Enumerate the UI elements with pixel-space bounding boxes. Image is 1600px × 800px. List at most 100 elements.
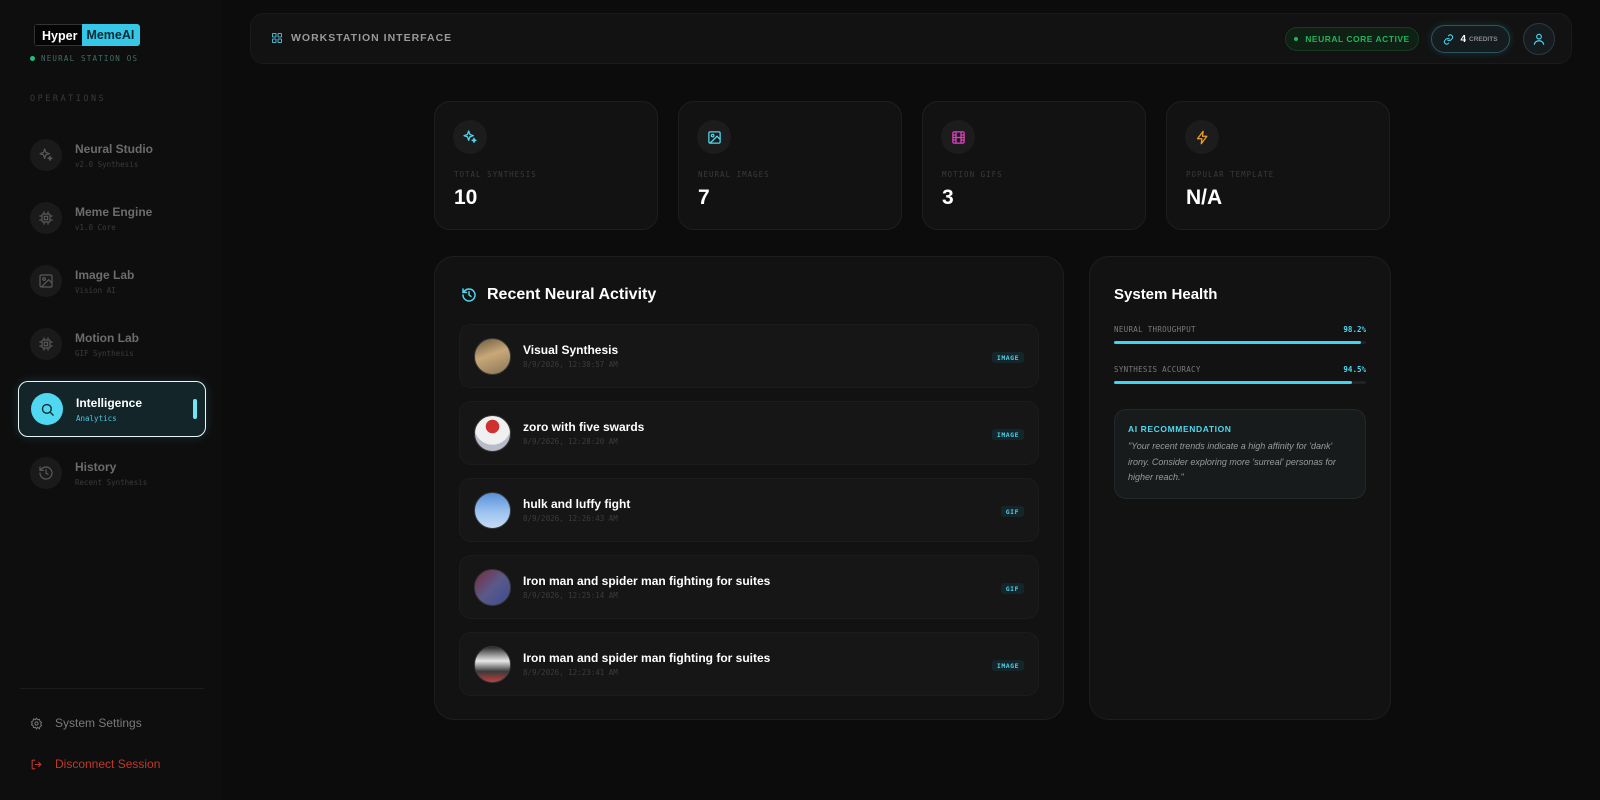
- user-profile-button[interactable]: [1523, 23, 1555, 55]
- metric-value: 94.5%: [1343, 365, 1366, 374]
- type-badge: GIF: [1000, 506, 1024, 517]
- disconnect-session-label: Disconnect Session: [55, 757, 161, 771]
- credits-label: CREDITS: [1469, 35, 1498, 43]
- sidebar-item-sub: GIF Synthesis: [75, 348, 134, 358]
- sidebar-item-motion-lab[interactable]: Motion Lab GIF Synthesis: [18, 317, 206, 371]
- section-label: OPERATIONS: [30, 94, 107, 104]
- row-title: Iron man and spider man fighting for sui…: [523, 574, 771, 588]
- stat-card-neural-images: NEURAL IMAGES 7: [678, 101, 902, 230]
- sidebar-item-title: History: [75, 459, 117, 474]
- sidebar-item-sub: v1.0 Core: [75, 222, 116, 232]
- stat-card-total-synthesis: TOTAL SYNTHESIS 10: [434, 101, 658, 230]
- sidebar-item-title: Neural Studio: [75, 141, 154, 156]
- status-dot-icon: [30, 56, 35, 61]
- thumbnail: [474, 492, 511, 529]
- ai-recommendation-box: AI RECOMMENDATION "Your recent trends in…: [1114, 409, 1366, 499]
- row-date: 8/9/2026, 12:30:57 AM: [523, 360, 618, 369]
- grid-icon: [272, 33, 282, 43]
- system-settings-link[interactable]: System Settings: [30, 716, 142, 730]
- status-badge: NEURAL CORE ACTIVE: [1285, 27, 1419, 51]
- credits-value: 4: [1460, 33, 1467, 45]
- history-icon: [462, 288, 476, 302]
- user-icon: [1533, 33, 1545, 45]
- active-indicator: [193, 399, 197, 419]
- row-date: 8/9/2026, 12:25:14 AM: [523, 591, 618, 600]
- brand-part1: Hyper: [34, 24, 83, 46]
- sidebar-item-intelligence[interactable]: Intelligence Analytics: [18, 381, 206, 437]
- station-text: NEURAL STATION OS: [41, 54, 139, 63]
- stat-value: 3: [942, 186, 954, 209]
- stat-value: N/A: [1186, 186, 1223, 209]
- sidebar-item-sub: v2.0 Synthesis: [75, 159, 139, 169]
- search-icon: [31, 393, 63, 425]
- link-icon: [1444, 33, 1454, 45]
- cpu-icon: [30, 328, 62, 360]
- stat-label: MOTION GIFS: [942, 170, 1003, 179]
- sidebar-item-history[interactable]: History Recent Synthesis: [18, 446, 206, 500]
- row-title: Iron man and spider man fighting for sui…: [523, 651, 771, 665]
- activity-header: Recent Neural Activity: [461, 286, 656, 304]
- health-title: System Health: [1114, 286, 1218, 303]
- stat-label: TOTAL SYNTHESIS: [454, 170, 537, 179]
- metric-label: NEURAL THROUGHPUT: [1114, 325, 1196, 334]
- stat-value: 7: [698, 186, 710, 209]
- sparkles-icon: [30, 139, 62, 171]
- disconnect-session-link[interactable]: Disconnect Session: [30, 757, 160, 771]
- workstation-title: WORKSTATION INTERFACE: [271, 32, 452, 44]
- progress-fill: [1114, 381, 1353, 384]
- sidebar-item-title: Intelligence: [76, 395, 143, 410]
- recommendation-title: AI RECOMMENDATION: [1128, 424, 1232, 434]
- row-date: 8/9/2026, 12:23:41 AM: [523, 668, 618, 677]
- history-icon: [30, 457, 62, 489]
- brand-part2: MemeAI: [82, 24, 141, 46]
- brand-logo[interactable]: Hyper MemeAI: [34, 24, 141, 46]
- sidebar-item-neural-studio[interactable]: Neural Studio v2.0 Synthesis: [18, 128, 206, 182]
- zap-icon: [1185, 120, 1219, 154]
- stat-label: NEURAL IMAGES: [698, 170, 770, 179]
- activity-row[interactable]: Iron man and spider man fighting for sui…: [459, 555, 1039, 619]
- sidebar: Hyper MemeAI NEURAL STATION OS OPERATION…: [0, 0, 222, 800]
- stat-card-popular-template: POPULAR TEMPLATE N/A: [1166, 101, 1390, 230]
- activity-row[interactable]: zoro with five swards 8/9/2026, 12:28:20…: [459, 401, 1039, 465]
- sparkles-icon: [453, 120, 487, 154]
- sidebar-item-sub: Vision AI: [75, 285, 116, 295]
- logout-icon: [31, 759, 42, 769]
- image-icon: [697, 120, 731, 154]
- metric-label: SYNTHESIS ACCURACY: [1114, 365, 1201, 374]
- sidebar-item-title: Image Lab: [75, 267, 135, 282]
- activity-row[interactable]: Visual Synthesis 8/9/2026, 12:30:57 AM I…: [459, 324, 1039, 388]
- stat-card-motion-gifs: MOTION GIFS 3: [922, 101, 1146, 230]
- gear-icon: [30, 716, 43, 730]
- accuracy-progress-bar: [1114, 381, 1366, 384]
- thumbnail: [474, 646, 511, 683]
- system-settings-label: System Settings: [55, 716, 142, 730]
- type-badge: IMAGE: [991, 429, 1024, 440]
- station-label: NEURAL STATION OS: [30, 54, 138, 63]
- stat-value: 10: [454, 186, 478, 209]
- sidebar-item-title: Motion Lab: [75, 330, 139, 345]
- activity-row[interactable]: hulk and luffy fight 8/9/2026, 12:26:43 …: [459, 478, 1039, 542]
- type-badge: GIF: [1000, 583, 1024, 594]
- row-title: hulk and luffy fight: [523, 497, 631, 511]
- progress-fill: [1114, 341, 1362, 344]
- status-text: NEURAL CORE ACTIVE: [1305, 34, 1410, 44]
- thumbnail: [474, 569, 511, 606]
- status-dot-icon: [1294, 37, 1299, 41]
- sidebar-item-sub: Analytics: [76, 413, 117, 423]
- sidebar-divider: [20, 688, 204, 689]
- sidebar-item-image-lab[interactable]: Image Lab Vision AI: [18, 254, 206, 308]
- credits-button[interactable]: 4 CREDITS: [1431, 25, 1510, 53]
- image-icon: [30, 265, 62, 297]
- row-date: 8/9/2026, 12:26:43 AM: [523, 514, 618, 523]
- stat-label: POPULAR TEMPLATE: [1186, 170, 1275, 179]
- throughput-progress-bar: [1114, 341, 1366, 344]
- thumbnail: [474, 338, 511, 375]
- row-title: zoro with five swards: [523, 420, 645, 434]
- activity-row[interactable]: Iron man and spider man fighting for sui…: [459, 632, 1039, 696]
- sidebar-item-meme-engine[interactable]: Meme Engine v1.0 Core: [18, 191, 206, 245]
- top-bar: WORKSTATION INTERFACE NEURAL CORE ACTIVE…: [250, 13, 1572, 64]
- row-date: 8/9/2026, 12:28:20 AM: [523, 437, 618, 446]
- row-title: Visual Synthesis: [523, 343, 619, 357]
- type-badge: IMAGE: [991, 660, 1024, 671]
- type-badge: IMAGE: [991, 352, 1024, 363]
